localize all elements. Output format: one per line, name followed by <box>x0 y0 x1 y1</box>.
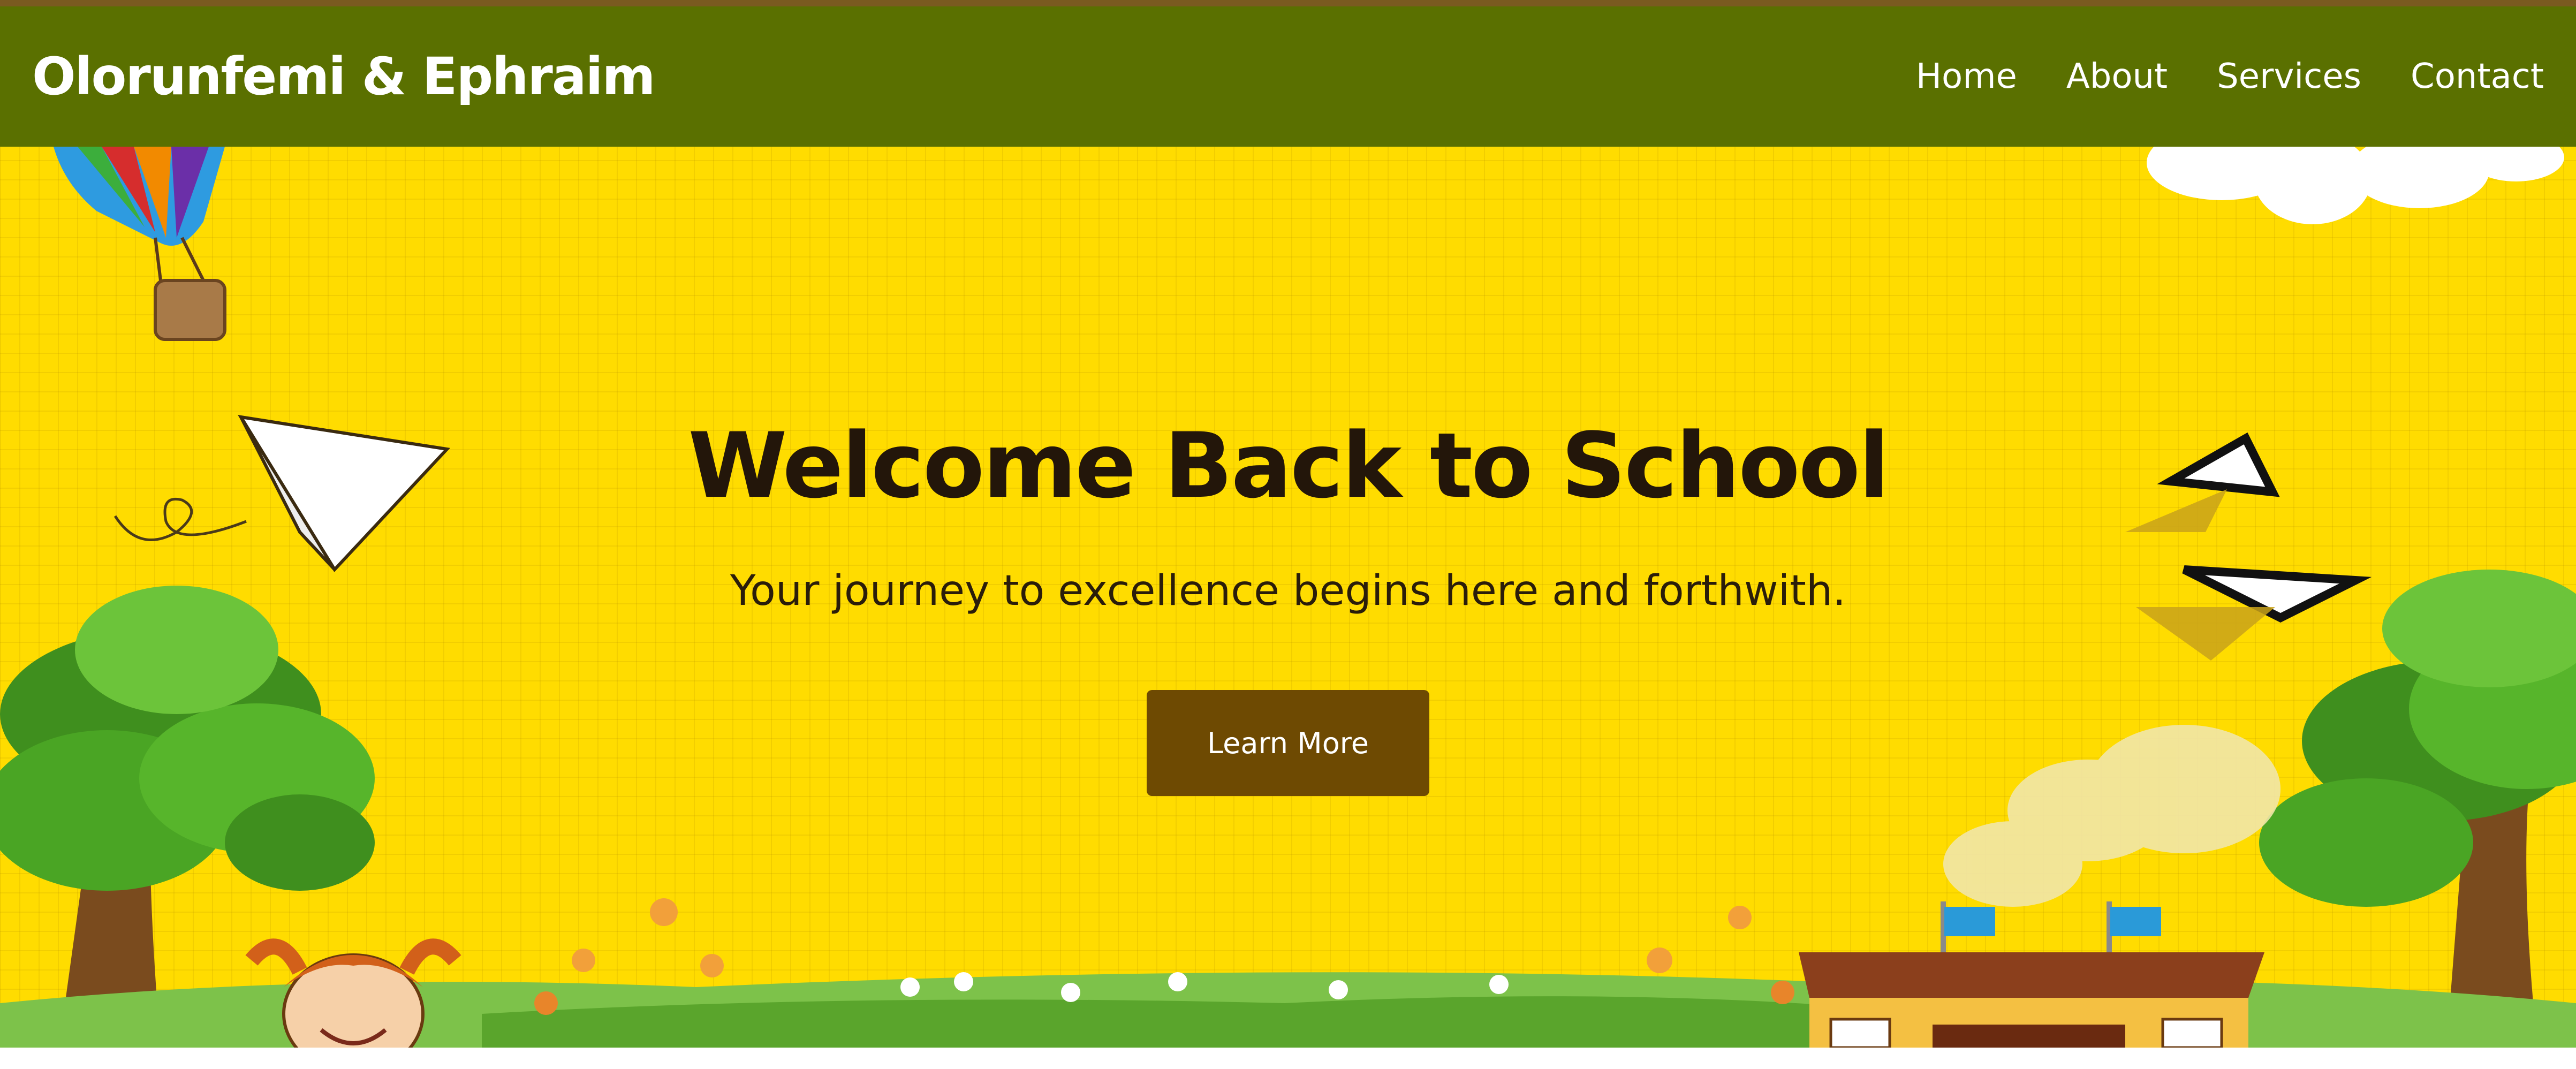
hot-air-balloon-icon <box>54 147 226 341</box>
nav-link-services[interactable]: Services <box>2217 57 2361 96</box>
nav-link-about[interactable]: About <box>2066 57 2168 96</box>
nav-link-contact[interactable]: Contact <box>2411 57 2544 96</box>
top-border-line <box>0 0 2576 6</box>
navbar: Olorunfemi & Ephraim Home About Services… <box>0 6 2576 147</box>
hero-title: Welcome Back to School <box>688 413 1889 518</box>
hero-content: Welcome Back to School Your journey to e… <box>0 413 2576 797</box>
hero-section: Welcome Back to School Your journey to e… <box>0 147 2576 1048</box>
learn-more-button[interactable]: Learn More <box>1147 690 1429 797</box>
school-building-icon <box>1799 901 2264 1048</box>
cloud-icon <box>2147 147 2564 224</box>
page-bottom-strip <box>0 1048 2576 1069</box>
nav-links: Home About Services Contact <box>1867 57 2544 96</box>
brand-logo-text[interactable]: Olorunfemi & Ephraim <box>32 47 656 107</box>
nav-link-home[interactable]: Home <box>1916 57 2017 96</box>
hero-subtitle: Your journey to excellence begins here a… <box>730 567 1846 616</box>
